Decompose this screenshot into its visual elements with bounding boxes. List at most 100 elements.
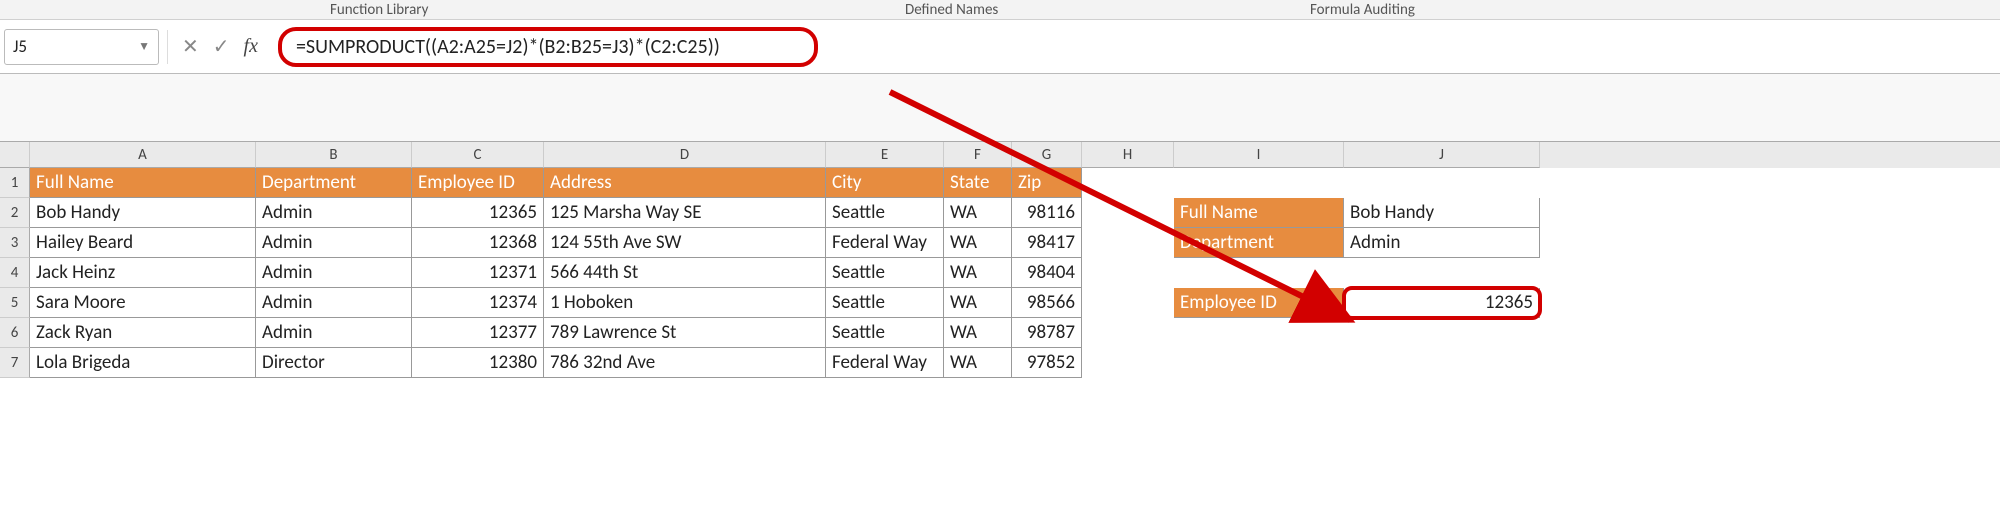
row-header-2[interactable]: 2 <box>0 198 30 228</box>
cell-g2[interactable]: 98116 <box>1012 198 1082 228</box>
cell-a7[interactable]: Lola Brigeda <box>30 348 256 378</box>
col-header-h[interactable]: H <box>1082 142 1174 168</box>
cell-b7[interactable]: Director <box>256 348 412 378</box>
enter-icon[interactable]: ✓ <box>213 34 230 59</box>
cell-h6[interactable] <box>1082 318 1174 348</box>
cell-d2[interactable]: 125 Marsha Way SE <box>544 198 826 228</box>
cell-a1[interactable]: Full Name <box>30 168 256 198</box>
cell-f4[interactable]: WA <box>944 258 1012 288</box>
col-header-c[interactable]: C <box>412 142 544 168</box>
col-header-f[interactable]: F <box>944 142 1012 168</box>
cell-f6[interactable]: WA <box>944 318 1012 348</box>
cell-h4[interactable] <box>1082 258 1174 288</box>
insert-function-icon[interactable]: fx <box>244 35 258 58</box>
ribbon-group-labels: Function Library Defined Names Formula A… <box>0 0 2000 20</box>
cell-j7[interactable] <box>1344 348 1540 378</box>
col-header-a[interactable]: A <box>30 142 256 168</box>
formula-bar: J5 ▼ ✕ ✓ fx =SUMPRODUCT((A2:A25=J2)*(B2:… <box>0 20 2000 74</box>
chevron-down-icon[interactable]: ▼ <box>138 39 150 54</box>
cell-c6[interactable]: 12377 <box>412 318 544 348</box>
cell-i1[interactable] <box>1174 168 1344 198</box>
name-box-value: J5 <box>13 36 27 57</box>
cell-h1[interactable] <box>1082 168 1174 198</box>
cell-e3[interactable]: Federal Way <box>826 228 944 258</box>
cell-i3[interactable]: Department <box>1174 228 1344 258</box>
cell-d6[interactable]: 789 Lawrence St <box>544 318 826 348</box>
cell-d1[interactable]: Address <box>544 168 826 198</box>
row-header-4[interactable]: 4 <box>0 258 30 288</box>
cell-g6[interactable]: 98787 <box>1012 318 1082 348</box>
select-all-corner[interactable] <box>0 142 30 168</box>
cell-e5[interactable]: Seattle <box>826 288 944 318</box>
cell-f1[interactable]: State <box>944 168 1012 198</box>
cell-c4[interactable]: 12371 <box>412 258 544 288</box>
cell-a6[interactable]: Zack Ryan <box>30 318 256 348</box>
cell-e2[interactable]: Seattle <box>826 198 944 228</box>
cell-g5[interactable]: 98566 <box>1012 288 1082 318</box>
cell-j6[interactable] <box>1344 318 1540 348</box>
cell-g4[interactable]: 98404 <box>1012 258 1082 288</box>
cell-h2[interactable] <box>1082 198 1174 228</box>
cell-b5[interactable]: Admin <box>256 288 412 318</box>
cell-g1[interactable]: Zip <box>1012 168 1082 198</box>
cell-d3[interactable]: 124 55th Ave SW <box>544 228 826 258</box>
cell-d7[interactable]: 786 32nd Ave <box>544 348 826 378</box>
cell-f2[interactable]: WA <box>944 198 1012 228</box>
cell-j5[interactable]: 12365 <box>1344 288 1540 318</box>
cell-j1[interactable] <box>1344 168 1540 198</box>
cell-i6[interactable] <box>1174 318 1344 348</box>
cell-c5[interactable]: 12374 <box>412 288 544 318</box>
cell-b2[interactable]: Admin <box>256 198 412 228</box>
cell-e4[interactable]: Seattle <box>826 258 944 288</box>
cell-i4[interactable] <box>1174 258 1344 288</box>
row-header-7[interactable]: 7 <box>0 348 30 378</box>
cell-i2[interactable]: Full Name <box>1174 198 1344 228</box>
cell-j2[interactable]: Bob Handy <box>1344 198 1540 228</box>
col-header-i[interactable]: I <box>1174 142 1344 168</box>
cancel-icon[interactable]: ✕ <box>182 34 199 59</box>
row-header-3[interactable]: 3 <box>0 228 30 258</box>
cell-b3[interactable]: Admin <box>256 228 412 258</box>
cell-c3[interactable]: 12368 <box>412 228 544 258</box>
cell-g7[interactable]: 97852 <box>1012 348 1082 378</box>
name-box[interactable]: J5 ▼ <box>4 29 159 65</box>
col-header-b[interactable]: B <box>256 142 412 168</box>
cell-d4[interactable]: 566 44th St <box>544 258 826 288</box>
col-header-j[interactable]: J <box>1344 142 1540 168</box>
cell-b4[interactable]: Admin <box>256 258 412 288</box>
col-header-d[interactable]: D <box>544 142 826 168</box>
cell-a5[interactable]: Sara Moore <box>30 288 256 318</box>
cell-a2[interactable]: Bob Handy <box>30 198 256 228</box>
cell-j3[interactable]: Admin <box>1344 228 1540 258</box>
ribbon-label-function-library: Function Library <box>330 1 428 19</box>
cell-c7[interactable]: 12380 <box>412 348 544 378</box>
cell-g3[interactable]: 98417 <box>1012 228 1082 258</box>
cell-i5[interactable]: Employee ID <box>1174 288 1344 318</box>
cell-c1[interactable]: Employee ID <box>412 168 544 198</box>
row-header-1[interactable]: 1 <box>0 168 30 198</box>
cell-e7[interactable]: Federal Way <box>826 348 944 378</box>
cell-b1[interactable]: Department <box>256 168 412 198</box>
col-header-e[interactable]: E <box>826 142 944 168</box>
cell-h7[interactable] <box>1082 348 1174 378</box>
cell-a3[interactable]: Hailey Beard <box>30 228 256 258</box>
vertical-separator <box>167 30 168 64</box>
formula-input[interactable]: =SUMPRODUCT((A2:A25=J2)*(B2:B25=J3)*(C2:… <box>278 27 818 67</box>
cell-f7[interactable]: WA <box>944 348 1012 378</box>
cell-a4[interactable]: Jack Heinz <box>30 258 256 288</box>
cell-i7[interactable] <box>1174 348 1344 378</box>
col-header-g[interactable]: G <box>1012 142 1082 168</box>
cell-c2[interactable]: 12365 <box>412 198 544 228</box>
cell-f5[interactable]: WA <box>944 288 1012 318</box>
cell-d5[interactable]: 1 Hoboken <box>544 288 826 318</box>
cell-h5[interactable] <box>1082 288 1174 318</box>
cell-e6[interactable]: Seattle <box>826 318 944 348</box>
cell-h3[interactable] <box>1082 228 1174 258</box>
cell-j4[interactable] <box>1344 258 1540 288</box>
cell-e1[interactable]: City <box>826 168 944 198</box>
cell-b6[interactable]: Admin <box>256 318 412 348</box>
cell-f3[interactable]: WA <box>944 228 1012 258</box>
row-header-6[interactable]: 6 <box>0 318 30 348</box>
row-header-5[interactable]: 5 <box>0 288 30 318</box>
ribbon-label-formula-auditing: Formula Auditing <box>1310 1 1415 19</box>
